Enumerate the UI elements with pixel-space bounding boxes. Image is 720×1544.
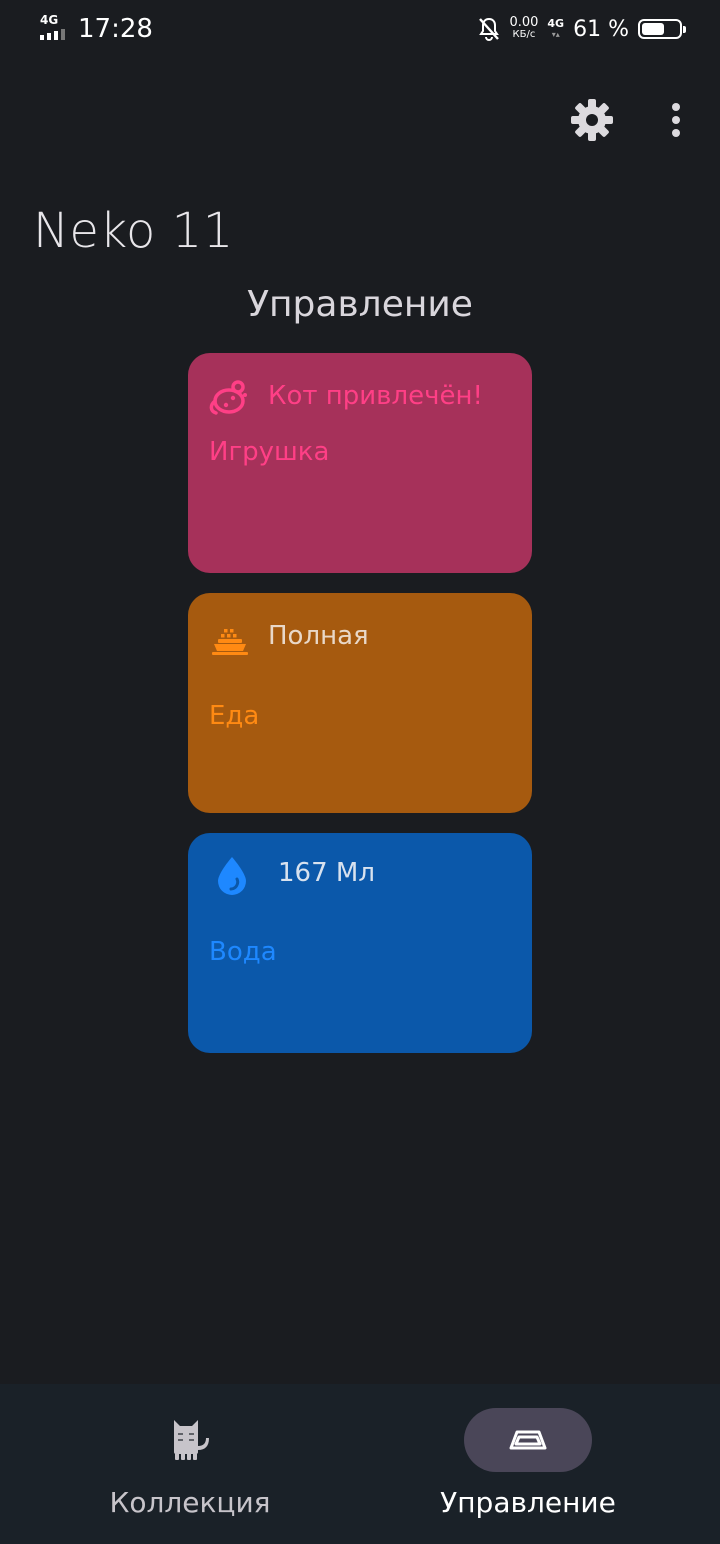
gear-icon xyxy=(571,99,613,141)
more-vert-icon xyxy=(672,103,680,137)
data-arrows-icon: ▾▴ xyxy=(551,30,560,39)
battery-fill xyxy=(642,23,664,35)
nav-collection[interactable]: Коллекция xyxy=(10,1384,370,1544)
food-bowl-icon xyxy=(212,629,248,655)
status-icons: 0.00 КБ/с 4G ▾▴ 61 % xyxy=(478,12,686,46)
bell-off-icon xyxy=(479,17,500,41)
clock: 17:28 xyxy=(78,14,153,44)
bottom-navigation: Коллекция Управление xyxy=(0,1384,720,1544)
mobile-data-label: 4G xyxy=(547,17,565,30)
food-status: Полная xyxy=(268,621,369,651)
toy-status: Кот привлечён! xyxy=(268,381,483,411)
mobile-data-indicator: 4G ▾▴ xyxy=(547,18,564,40)
food-card[interactable]: Полная Еда xyxy=(188,593,532,813)
water-card[interactable]: 167 Мл Вода xyxy=(188,833,532,1053)
status-bar: 4G 17:28 0.00 КБ/с 4G ▾▴ 61 % xyxy=(0,0,720,60)
speed-unit: КБ/с xyxy=(512,29,536,40)
section-title: Управление xyxy=(247,284,473,325)
water-status: 167 Мл xyxy=(278,858,375,888)
water-drop-icon xyxy=(218,857,246,895)
food-label: Еда xyxy=(209,701,260,731)
network-type: 4G xyxy=(40,13,59,27)
signal-bars-icon xyxy=(40,29,65,40)
speed-value: 0.00 xyxy=(509,15,539,30)
battery-percent: 61 % xyxy=(573,16,629,42)
cat-toy-mouse-icon xyxy=(209,380,247,415)
signal-indicator: 4G xyxy=(40,13,70,40)
toy-card[interactable]: Кот привлечён! Игрушка xyxy=(188,353,532,573)
app-title: Neko 11 xyxy=(33,203,234,259)
water-label: Вода xyxy=(209,937,277,967)
settings-button[interactable] xyxy=(568,96,616,144)
bowl-icon xyxy=(509,1430,547,1450)
more-options-button[interactable] xyxy=(656,96,696,144)
network-speed: 0.00 КБ/с xyxy=(509,15,539,41)
cat-icon xyxy=(174,1420,209,1460)
nav-collection-label: Коллекция xyxy=(109,1486,271,1519)
nav-control-label: Управление xyxy=(440,1486,616,1519)
nav-control[interactable]: Управление xyxy=(348,1384,708,1544)
battery-icon xyxy=(638,19,686,39)
toy-label: Игрушка xyxy=(209,437,330,467)
